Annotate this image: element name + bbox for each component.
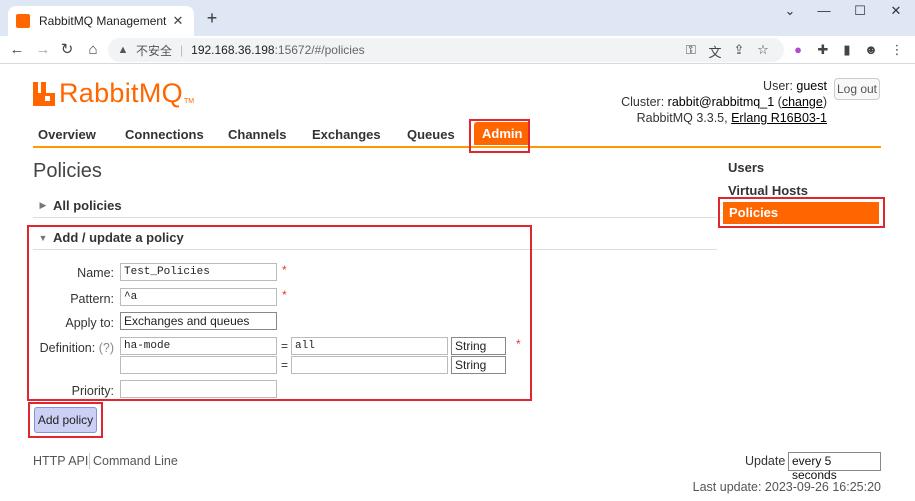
collapsed-arrow-icon: ▶ bbox=[39, 200, 47, 210]
tab-overview[interactable]: Overview bbox=[38, 127, 96, 142]
policies-sidebar-highlight bbox=[718, 197, 885, 228]
bookmark-star-icon[interactable]: ☆ bbox=[754, 42, 772, 58]
tab-title: RabbitMQ Management bbox=[39, 14, 167, 28]
last-update-text: Last update: 2023-09-26 16:25:20 bbox=[692, 480, 881, 494]
name-label: Name: bbox=[77, 266, 114, 280]
definition-label: Definition: (?) bbox=[30, 341, 114, 355]
profile-avatar-icon[interactable]: ☻ bbox=[862, 41, 880, 59]
back-icon[interactable]: ← bbox=[6, 40, 28, 60]
close-tab-icon[interactable]: ✕ bbox=[170, 13, 186, 29]
pattern-label: Pattern: bbox=[70, 292, 114, 306]
reload-icon[interactable]: ↻ bbox=[56, 40, 78, 60]
sidebar-item-users[interactable]: Users bbox=[728, 160, 764, 175]
definition-key-input-1[interactable]: ha-mode bbox=[120, 337, 277, 355]
warning-icon[interactable]: ▲ bbox=[116, 43, 130, 57]
browser-tabstrip: RabbitMQ Management ✕ + ⌄ — ☐ ✕ bbox=[0, 0, 915, 36]
url-input[interactable]: ▲ 不安全 | 192.168.36.198 :15672/#/policies… bbox=[108, 38, 784, 62]
update-label: Update bbox=[745, 454, 786, 468]
browser-tab[interactable]: RabbitMQ Management ✕ bbox=[8, 6, 194, 36]
change-cluster-link[interactable]: change bbox=[782, 95, 823, 109]
all-policies-section[interactable]: ▶ All policies bbox=[33, 194, 717, 218]
tab-channels[interactable]: Channels bbox=[228, 127, 287, 142]
definition-help-link[interactable]: (?) bbox=[99, 341, 114, 355]
rabbitmq-logo: RabbitMQ TM bbox=[33, 78, 194, 109]
logout-button[interactable]: Log out bbox=[834, 78, 880, 100]
share-icon[interactable]: ⇪ bbox=[730, 42, 748, 58]
maximize-icon[interactable]: ☐ bbox=[850, 3, 870, 19]
admin-tab-highlight bbox=[469, 119, 530, 153]
command-line-link[interactable]: Command Line bbox=[93, 454, 178, 468]
definition-value-input-1[interactable]: all bbox=[291, 337, 448, 355]
tab-exchanges[interactable]: Exchanges bbox=[312, 127, 381, 142]
user-label: User: bbox=[763, 79, 793, 93]
chevron-down-icon[interactable]: ⌄ bbox=[780, 3, 800, 19]
tab-connections[interactable]: Connections bbox=[125, 127, 204, 142]
update-interval-select[interactable]: every 5 seconds bbox=[788, 452, 881, 482]
pattern-required-marker: * bbox=[282, 288, 287, 302]
cluster-label: Cluster: bbox=[621, 95, 665, 109]
definition-label-text: Definition: bbox=[39, 341, 96, 355]
side-panel-icon[interactable]: ▮ bbox=[838, 41, 856, 59]
key-icon[interactable]: ⚿ bbox=[682, 42, 700, 58]
home-icon[interactable]: ⌂ bbox=[82, 40, 104, 60]
extensions-icon[interactable]: ✚ bbox=[814, 41, 832, 59]
url-host: 192.168.36.198 bbox=[191, 43, 275, 57]
minimize-icon[interactable]: — bbox=[814, 3, 834, 18]
definition-equals-1: = bbox=[281, 339, 289, 353]
rabbitmq-page: RabbitMQ TM User: guest Cluster: rabbit@… bbox=[0, 64, 915, 501]
definition-key-input-2[interactable] bbox=[120, 356, 277, 374]
url-separator: | bbox=[180, 43, 184, 57]
translate-icon[interactable]: 文 bbox=[706, 42, 724, 61]
definition-equals-2: = bbox=[281, 358, 289, 372]
definition-type-select-1[interactable]: String bbox=[451, 337, 506, 355]
rabbitmq-favicon-icon bbox=[16, 14, 30, 28]
http-api-link[interactable]: HTTP API bbox=[33, 454, 88, 468]
extension-pin-icon[interactable]: ● bbox=[789, 41, 807, 59]
rabbitmq-logo-icon bbox=[33, 81, 55, 106]
definition-value-input-2[interactable] bbox=[291, 356, 448, 374]
page-title: Policies bbox=[33, 160, 102, 182]
user-name: guest bbox=[796, 79, 827, 93]
forward-icon[interactable]: → bbox=[32, 40, 54, 60]
user-info: User: guest Cluster: rabbit@rabbitmq_1 (… bbox=[621, 79, 827, 125]
close-window-icon[interactable]: ✕ bbox=[886, 3, 906, 19]
name-input[interactable]: Test_Policies bbox=[120, 263, 277, 281]
definition-required-marker: * bbox=[516, 337, 521, 351]
definition-type-select-2[interactable]: String bbox=[451, 356, 506, 374]
url-path: :15672/#/policies bbox=[274, 43, 365, 57]
address-bar: ← → ↻ ⌂ ▲ 不安全 | 192.168.36.198 :15672/#/… bbox=[0, 36, 915, 64]
footer-divider bbox=[89, 453, 90, 469]
add-policy-button-highlight bbox=[28, 402, 103, 438]
tab-queues[interactable]: Queues bbox=[407, 127, 455, 142]
logo-trademark: TM bbox=[183, 98, 195, 105]
new-tab-icon[interactable]: + bbox=[202, 8, 222, 29]
menu-kebab-icon[interactable]: ⋮ bbox=[888, 41, 906, 59]
priority-input[interactable] bbox=[120, 380, 277, 398]
add-policy-form-highlight bbox=[27, 225, 532, 401]
sidebar-item-virtual-hosts[interactable]: Virtual Hosts bbox=[728, 183, 808, 198]
all-policies-label: All policies bbox=[53, 198, 122, 213]
main-nav: Overview Connections Channels Exchanges … bbox=[33, 120, 881, 148]
pattern-input[interactable]: ^a bbox=[120, 288, 277, 306]
cluster-name: rabbit@rabbitmq_1 bbox=[667, 95, 775, 109]
apply-to-select[interactable]: Exchanges and queues bbox=[120, 312, 277, 330]
apply-to-label: Apply to: bbox=[65, 316, 114, 330]
priority-label: Priority: bbox=[71, 384, 114, 398]
name-required-marker: * bbox=[282, 263, 287, 277]
logo-text: RabbitMQ bbox=[59, 78, 183, 108]
insecure-label: 不安全 bbox=[136, 43, 173, 58]
